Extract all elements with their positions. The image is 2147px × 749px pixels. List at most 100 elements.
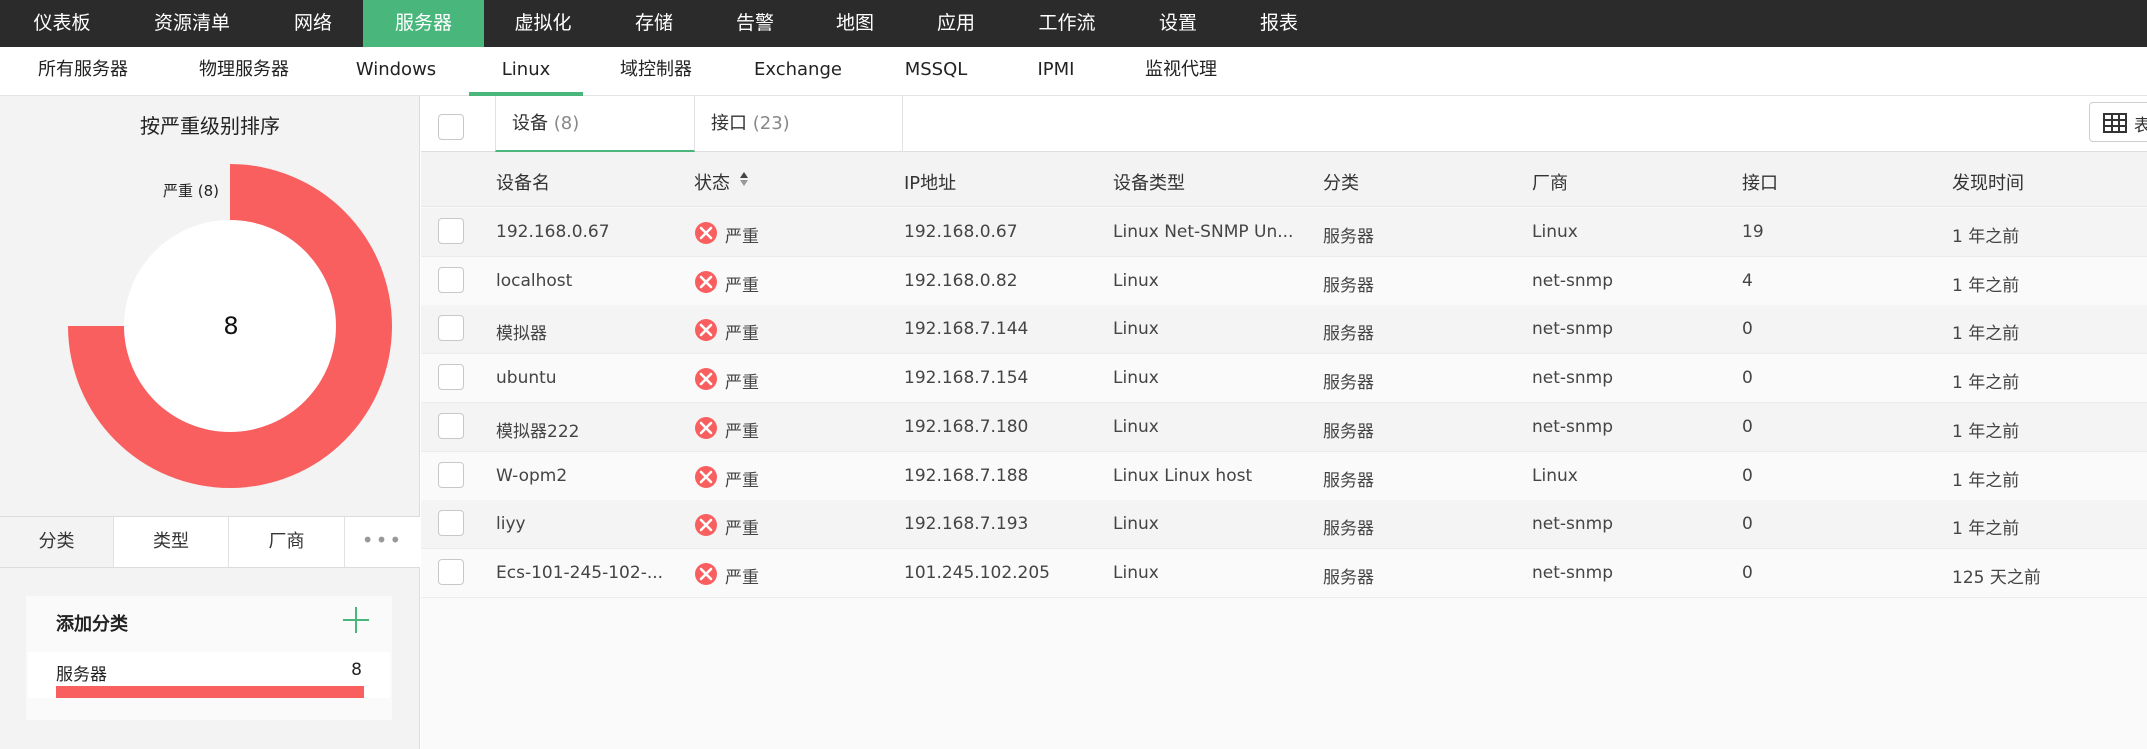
filter-tab-vendor[interactable]: 厂商 bbox=[229, 517, 345, 567]
cell-device-type: Linux bbox=[1113, 416, 1159, 437]
table-row[interactable]: 模拟器222 严重 192.168.7.180 Linux 服务器 net-snmp 0 1 … bbox=[421, 402, 2147, 452]
cell-vendor: Linux bbox=[1532, 222, 1578, 242]
cell-ip-address: 192.168.7.193 bbox=[904, 514, 1029, 535]
column-header-device-name[interactable]: 设备名 bbox=[496, 169, 550, 195]
cell-device-type: Linux bbox=[1113, 319, 1159, 340]
table-header: 设备名 状态 IP地址 设备类型 分类 厂商 接口 发现时间 bbox=[421, 152, 2147, 207]
table-row[interactable]: liyy 严重 192.168.7.193 Linux 服务器 net-snmp 0 1 年之… bbox=[421, 500, 2147, 550]
row-checkbox[interactable] bbox=[438, 315, 464, 342]
table-row[interactable]: 模拟器 严重 192.168.7.144 Linux 服务器 net-snmp 0 1 年之前 bbox=[421, 305, 2147, 355]
filter-tab-category[interactable]: 分类 bbox=[0, 517, 114, 567]
row-checkbox[interactable] bbox=[438, 364, 464, 391]
category-panel: 添加分类 服务器 8 bbox=[26, 596, 392, 720]
cell-category: 服务器 bbox=[1323, 275, 1374, 296]
more-options-icon[interactable]: ••• bbox=[345, 517, 420, 567]
top-nav-servers[interactable]: 服务器 bbox=[363, 0, 484, 47]
table-row[interactable]: localhost 严重 192.168.0.82 Linux 服务器 net-snmp 4… bbox=[421, 256, 2147, 306]
row-checkbox[interactable] bbox=[438, 510, 464, 537]
critical-status-icon bbox=[695, 368, 717, 391]
top-nav-virtualization[interactable]: 虚拟化 bbox=[508, 0, 578, 47]
sub-nav-windows[interactable]: Windows bbox=[352, 47, 440, 96]
sub-nav-monitor-agents[interactable]: 监视代理 bbox=[1140, 47, 1222, 96]
cell-vendor: net-snmp bbox=[1532, 368, 1614, 389]
cell-vendor: net-snmp bbox=[1532, 514, 1614, 535]
sub-nav-linux[interactable]: Linux bbox=[469, 47, 583, 96]
cell-status-text: 严重 bbox=[725, 373, 759, 394]
top-nav-inventory[interactable]: 资源清单 bbox=[140, 0, 244, 47]
critical-status-icon bbox=[695, 514, 717, 537]
table-view-label: 表 bbox=[2134, 116, 2147, 136]
tab-devices[interactable]: 设备 (8) bbox=[495, 96, 695, 152]
row-checkbox[interactable] bbox=[438, 266, 464, 293]
critical-status-icon bbox=[695, 465, 717, 488]
top-nav-dashboard[interactable]: 仪表板 bbox=[14, 0, 110, 47]
top-nav-settings[interactable]: 设置 bbox=[1152, 0, 1204, 47]
table-row[interactable]: Ecs-101-245-102-... 严重 101.245.102.205 Linu… bbox=[421, 548, 2147, 598]
row-checkbox[interactable] bbox=[438, 412, 464, 439]
table-row[interactable]: ubuntu 严重 192.168.7.154 Linux 服务器 net-snmp 0 1 … bbox=[421, 354, 2147, 404]
cell-device-name[interactable]: W-opm2 bbox=[496, 466, 567, 486]
cell-ip-address: 192.168.7.144 bbox=[904, 319, 1029, 340]
severity-chart-title: 按严重级别排序 bbox=[140, 114, 280, 138]
cell-interfaces: 0 bbox=[1742, 368, 1753, 389]
table-row[interactable]: W-opm2 严重 192.168.7.188 Linux Linux host 服务器… bbox=[421, 451, 2147, 501]
filter-tabs: 分类 类型 厂商 ••• bbox=[0, 516, 420, 568]
cell-category: 服务器 bbox=[1323, 227, 1374, 247]
column-header-device-type[interactable]: 设备类型 bbox=[1113, 169, 1185, 195]
critical-status-icon bbox=[695, 416, 717, 439]
cell-device-name[interactable]: localhost bbox=[496, 271, 572, 291]
cell-device-name[interactable]: Ecs-101-245-102-... bbox=[496, 563, 663, 583]
top-nav-workflow[interactable]: 工作流 bbox=[1031, 0, 1103, 47]
sub-nav-ipmi[interactable]: IPMI bbox=[1030, 47, 1082, 96]
column-header-discovered-time[interactable]: 发现时间 bbox=[1952, 169, 2024, 195]
category-item-servers[interactable]: 服务器 8 bbox=[28, 652, 390, 698]
filter-tab-type[interactable]: 类型 bbox=[114, 517, 229, 567]
cell-discovered-time: 1 年之前 bbox=[1952, 324, 2020, 345]
category-count: 8 bbox=[351, 660, 362, 680]
row-checkbox[interactable] bbox=[438, 461, 464, 488]
cell-device-type: Linux bbox=[1113, 270, 1159, 291]
sub-nav-physical-servers[interactable]: 物理服务器 bbox=[188, 47, 300, 96]
sub-nav-exchange[interactable]: Exchange bbox=[752, 47, 844, 96]
table-view-button[interactable]: 表 bbox=[2089, 102, 2147, 142]
column-header-vendor[interactable]: 厂商 bbox=[1532, 169, 1568, 195]
top-nav-apps[interactable]: 应用 bbox=[930, 0, 982, 47]
cell-device-name[interactable]: 模拟器 bbox=[496, 319, 547, 344]
cell-device-name[interactable]: 模拟器222 bbox=[496, 417, 579, 442]
column-header-interfaces[interactable]: 接口 bbox=[1742, 169, 1778, 195]
top-nav-map[interactable]: 地图 bbox=[829, 0, 881, 47]
select-all-checkbox[interactable] bbox=[438, 114, 464, 140]
tab-interfaces[interactable]: 接口 (23) bbox=[695, 96, 903, 152]
cell-ip-address: 192.168.7.188 bbox=[904, 465, 1029, 486]
row-checkbox[interactable] bbox=[438, 218, 464, 244]
top-nav-reports[interactable]: 报表 bbox=[1253, 0, 1305, 47]
device-tabs-bar: 设备 (8) 接口 (23) 表 bbox=[421, 96, 2147, 152]
column-header-category[interactable]: 分类 bbox=[1323, 169, 1359, 195]
cell-device-name[interactable]: liyy bbox=[496, 514, 526, 534]
add-category-plus-icon[interactable] bbox=[340, 604, 372, 636]
cell-ip-address: 192.168.7.180 bbox=[904, 416, 1029, 437]
column-header-status[interactable]: 状态 bbox=[694, 169, 730, 195]
critical-status-icon bbox=[695, 270, 717, 293]
cell-vendor: net-snmp bbox=[1532, 562, 1614, 583]
cell-ip-address: 192.168.7.154 bbox=[904, 368, 1029, 389]
cell-discovered-time: 1 年之前 bbox=[1952, 275, 2020, 296]
top-nav-network[interactable]: 网络 bbox=[282, 0, 344, 47]
row-checkbox[interactable] bbox=[438, 558, 464, 585]
sub-nav-mssql[interactable]: MSSQL bbox=[896, 47, 976, 96]
cell-status-text: 严重 bbox=[725, 421, 759, 442]
cell-device-name[interactable]: ubuntu bbox=[496, 368, 557, 388]
top-nav-alarms[interactable]: 告警 bbox=[729, 0, 781, 47]
cell-status-text: 严重 bbox=[725, 470, 759, 491]
sort-icon[interactable] bbox=[739, 170, 749, 188]
top-nav-storage[interactable]: 存储 bbox=[628, 0, 680, 47]
column-header-ip-address[interactable]: IP地址 bbox=[904, 169, 956, 195]
cell-device-name[interactable]: 192.168.0.67 bbox=[496, 222, 610, 242]
cell-device-type: Linux bbox=[1113, 562, 1159, 583]
sub-nav-domain-controllers[interactable]: 域控制器 bbox=[610, 47, 702, 96]
sub-nav-all-servers[interactable]: 所有服务器 bbox=[28, 47, 138, 96]
tab-devices-count: (8) bbox=[553, 113, 580, 134]
critical-status-icon bbox=[695, 222, 717, 244]
table-row[interactable]: 192.168.0.67 严重 192.168.0.67 Linux Net-SNMP… bbox=[421, 208, 2147, 257]
cell-device-type: Linux Net-SNMP Un... bbox=[1113, 222, 1294, 242]
